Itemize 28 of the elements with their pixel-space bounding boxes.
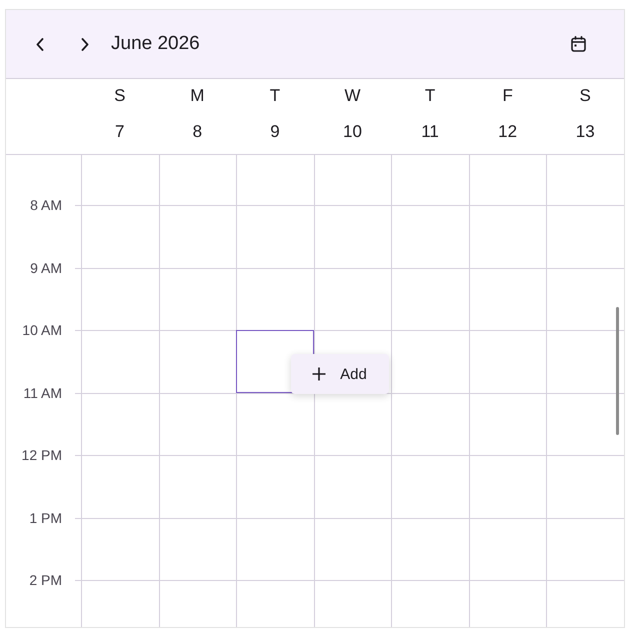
time-label: 9 AM [29, 260, 63, 276]
scrollbar[interactable] [616, 307, 619, 435]
date-label[interactable]: 8 [192, 120, 202, 144]
weekday-label: S [114, 85, 126, 107]
add-menu-item[interactable]: Add [295, 358, 386, 390]
time-label: 12 PM [20, 447, 63, 463]
weekday-label: W [344, 85, 361, 107]
weekday-label: T [270, 85, 280, 107]
date-label[interactable]: 10 [343, 120, 362, 144]
weekday-label: T [424, 85, 436, 107]
chevron-left-icon [36, 38, 44, 50]
date-label[interactable]: 11 [421, 120, 439, 144]
date-label[interactable]: 12 [498, 120, 518, 144]
plus-icon [312, 367, 326, 381]
time-label: 8 AM [29, 197, 63, 213]
date-label[interactable]: 7 [115, 120, 125, 144]
weekday-label: M [190, 85, 204, 107]
time-label: 2 PM [28, 572, 63, 588]
date-label[interactable]: 13 [576, 120, 595, 144]
date-label[interactable]: 9 [270, 120, 280, 144]
month-title[interactable]: June 2026 [111, 33, 200, 55]
weekday-label: F [502, 85, 513, 107]
chevron-right-icon [81, 38, 89, 50]
weekday-label: S [580, 85, 591, 107]
time-label: 10 AM [21, 322, 63, 338]
time-label: 11 AM [22, 384, 63, 400]
time-label: 1 PM [28, 510, 63, 526]
calendar-icon [570, 36, 586, 52]
